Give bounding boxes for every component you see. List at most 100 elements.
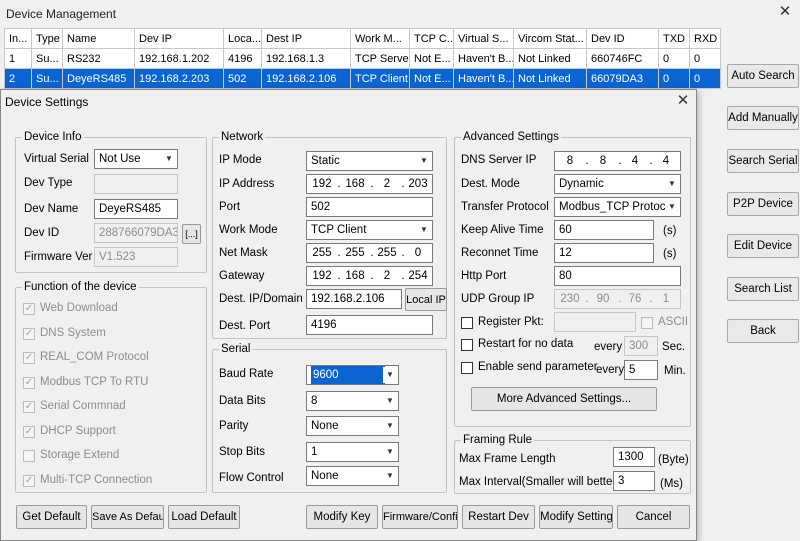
- work-mode-label: Work Mode: [219, 224, 278, 236]
- gateway-input[interactable]: 192. 168. 2. 254: [306, 266, 433, 286]
- restart-every-field: 300: [624, 336, 658, 356]
- column-header[interactable]: TCP C...: [409, 28, 454, 49]
- checkbox-check: ✓: [23, 401, 35, 413]
- checkbox-check: ✓: [23, 475, 35, 487]
- modify-setting-button[interactable]: Modify Setting: [539, 505, 613, 529]
- column-header[interactable]: Work M...: [350, 28, 410, 49]
- checkbox-check: ✓: [23, 426, 35, 438]
- column-header[interactable]: In...: [4, 28, 32, 49]
- table-header-row: In... Type Name Dev IP Loca... Dest IP W…: [4, 28, 721, 49]
- close-icon[interactable]: ✕: [776, 3, 794, 21]
- group-legend: Device Info: [24, 131, 82, 143]
- auto-search-button[interactable]: Auto Search: [727, 64, 799, 88]
- data-bits-label: Data Bits: [219, 395, 266, 407]
- chevron-down-icon: ▼: [417, 153, 431, 169]
- http-port-field[interactable]: 80: [554, 266, 681, 286]
- p2p-device-button[interactable]: P2P Device: [727, 192, 799, 216]
- column-header[interactable]: Type: [31, 28, 63, 49]
- column-header[interactable]: RXD: [689, 28, 721, 49]
- column-header[interactable]: Virtual S...: [453, 28, 514, 49]
- dev-id-field: 288766079DA3: [94, 223, 178, 243]
- back-button[interactable]: Back: [727, 319, 799, 343]
- dns-server-input[interactable]: 8. 8. 4. 4: [554, 151, 681, 171]
- stop-bits-dropdown[interactable]: 1 ▼: [306, 442, 399, 462]
- table-cell: 4196: [223, 48, 262, 69]
- search-serial-button[interactable]: Search Serial: [727, 149, 799, 173]
- add-manually-button[interactable]: Add Manually: [727, 106, 799, 130]
- dropdown-value: None: [311, 470, 339, 482]
- column-header[interactable]: Dev IP: [134, 28, 224, 49]
- get-default-button[interactable]: Get Default: [16, 505, 87, 529]
- dest-ip-field[interactable]: 192.168.2.106: [306, 289, 402, 309]
- chevron-down-icon: ▼: [162, 151, 176, 167]
- load-default-button[interactable]: Load Default: [168, 505, 240, 529]
- max-frame-label: Max Frame Length: [459, 453, 556, 465]
- chevron-down-icon: ▼: [417, 222, 431, 238]
- modify-key-button[interactable]: Modify Key: [306, 505, 378, 529]
- column-header[interactable]: Name: [62, 28, 135, 49]
- keep-alive-field[interactable]: 60: [554, 220, 654, 240]
- ip-address-label: IP Address: [219, 178, 275, 190]
- enable-every-field[interactable]: 5: [624, 360, 658, 380]
- keep-alive-unit: (s): [663, 225, 677, 237]
- column-header[interactable]: Dev ID: [586, 28, 659, 49]
- max-frame-field[interactable]: 1300: [613, 447, 655, 467]
- dropdown-value: 8: [311, 395, 318, 407]
- checkbox-check: ✓: [23, 303, 35, 315]
- column-header[interactable]: Loca...: [223, 28, 262, 49]
- dev-name-label: Dev Name: [24, 203, 79, 215]
- search-list-button[interactable]: Search List: [727, 277, 799, 301]
- parity-label: Parity: [219, 420, 249, 432]
- dest-mode-dropdown[interactable]: Dynamic ▼: [554, 174, 681, 194]
- table-cell: Haven't B...: [453, 68, 514, 89]
- table-cell: Su...: [31, 68, 63, 89]
- flow-control-dropdown[interactable]: None ▼: [306, 466, 399, 486]
- edit-device-button[interactable]: Edit Device: [727, 234, 799, 258]
- table-row[interactable]: 1 Su... RS232 192.168.1.202 4196 192.168…: [4, 48, 721, 69]
- device-table: In... Type Name Dev IP Loca... Dest IP W…: [4, 28, 721, 89]
- more-advanced-settings-button[interactable]: More Advanced Settings...: [471, 387, 657, 411]
- reconnect-field[interactable]: 12: [554, 243, 654, 263]
- save-as-default-button[interactable]: Save As Default: [91, 505, 164, 529]
- dev-id-label: Dev ID: [24, 227, 60, 239]
- group-legend: Network: [221, 131, 264, 143]
- max-interval-field[interactable]: 3: [613, 471, 655, 491]
- transfer-protocol-dropdown[interactable]: Modbus_TCP Protocol ▼: [554, 197, 681, 217]
- every-label: every: [596, 364, 625, 376]
- checkbox-check: ✓: [23, 328, 35, 340]
- dest-port-field[interactable]: 4196: [306, 315, 433, 335]
- net-mask-input[interactable]: 255. 255. 255. 0: [306, 243, 433, 263]
- column-header[interactable]: TXD: [658, 28, 690, 49]
- table-cell: 0: [658, 48, 690, 69]
- table-cell: DeyeRS485: [62, 68, 135, 89]
- table-cell: 2: [4, 68, 32, 89]
- parity-dropdown[interactable]: None ▼: [306, 416, 399, 436]
- close-icon[interactable]: ✕: [674, 92, 692, 110]
- local-ip-button[interactable]: Local IP: [405, 288, 447, 311]
- baud-rate-dropdown[interactable]: 9600 ▼: [306, 365, 399, 385]
- firmware-config-button[interactable]: Firmware/Config: [382, 505, 458, 529]
- data-bits-dropdown[interactable]: 8 ▼: [306, 391, 399, 411]
- dropdown-value: Modbus_TCP Protocol: [559, 201, 675, 213]
- column-header[interactable]: Vircom Stat...: [513, 28, 587, 49]
- dev-id-edit-button[interactable]: [...]: [182, 224, 201, 244]
- cancel-button[interactable]: Cancel: [617, 505, 690, 529]
- ip-mode-dropdown[interactable]: Static ▼: [306, 151, 433, 171]
- virtual-serial-dropdown[interactable]: Not Use ▼: [94, 149, 178, 169]
- work-mode-dropdown[interactable]: TCP Client ▼: [306, 220, 433, 240]
- table-cell: 0: [658, 68, 690, 89]
- firmware-label: Firmware Ver: [24, 251, 93, 263]
- table-cell: Su...: [31, 48, 63, 69]
- firmware-field: V1.523: [94, 247, 178, 267]
- column-header[interactable]: Dest IP: [261, 28, 351, 49]
- ip-address-input[interactable]: 192. 168. 2. 203: [306, 174, 433, 194]
- port-field[interactable]: 502: [306, 197, 433, 217]
- table-cell: 192.168.2.203: [134, 68, 224, 89]
- group-legend: Framing Rule: [463, 434, 533, 446]
- table-row-selected[interactable]: 2 Su... DeyeRS485 192.168.2.203 502 192.…: [4, 68, 721, 89]
- restart-dev-button[interactable]: Restart Dev: [462, 505, 535, 529]
- table-cell: 192.168.1.3: [261, 48, 351, 69]
- dev-name-field[interactable]: DeyeRS485: [94, 199, 178, 219]
- dropdown-value: Not Use: [99, 153, 141, 165]
- port-label: Port: [219, 201, 241, 213]
